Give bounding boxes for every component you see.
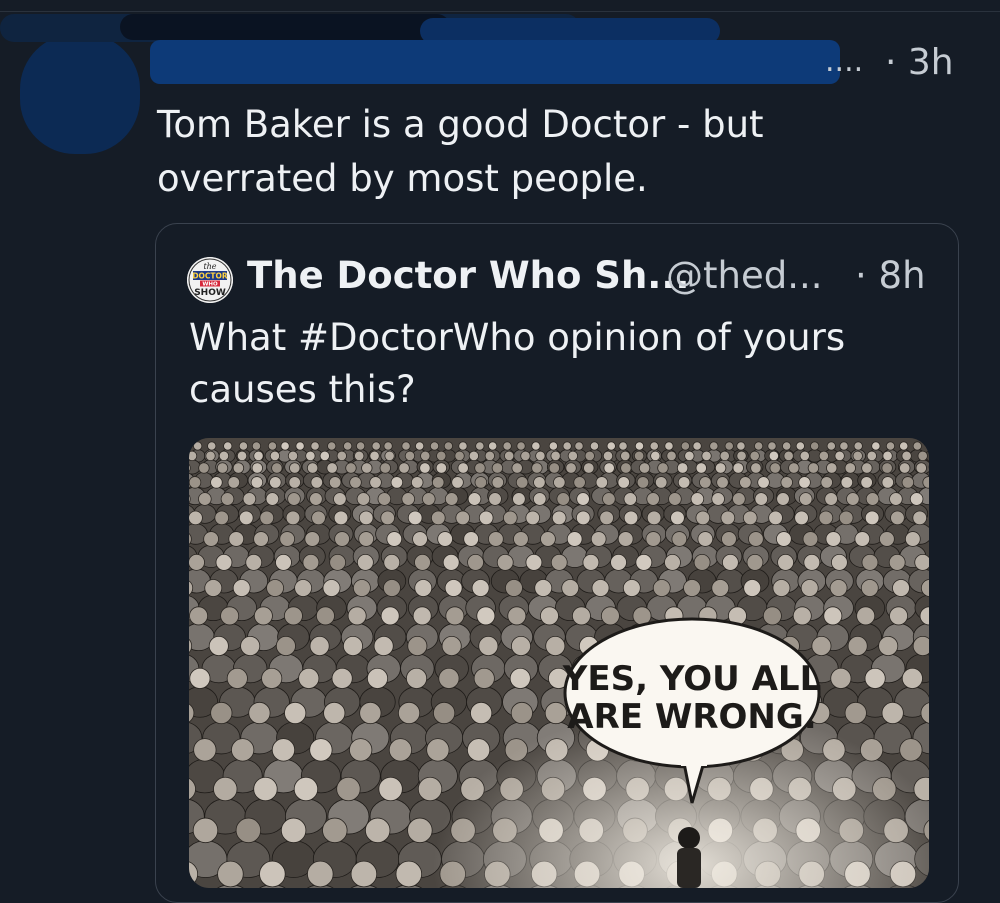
quoted-author-handle[interactable]: @thed...: [666, 254, 823, 297]
speech-bubble-line-2: ARE WRONG.: [567, 697, 816, 737]
quoted-author-name[interactable]: The Doctor Who Sh...: [247, 254, 689, 297]
post-timestamp[interactable]: · 3h: [885, 42, 954, 83]
top-divider: [0, 11, 1000, 12]
speech-bubble-line-1: YES, YOU ALL: [562, 659, 822, 699]
redaction-mark: [150, 40, 840, 84]
svg-text:the: the: [203, 262, 216, 271]
quoted-post-image[interactable]: YES, YOU ALL ARE WRONG.: [189, 438, 929, 888]
crowd-illustration: YES, YOU ALL ARE WRONG.: [189, 438, 929, 888]
lone-figure: [677, 827, 701, 888]
svg-text:DOCTOR: DOCTOR: [192, 272, 228, 281]
author-name-tail[interactable]: ....: [825, 44, 863, 79]
svg-text:WHO: WHO: [202, 282, 218, 288]
quoted-post-timestamp[interactable]: · 8h: [855, 254, 926, 297]
doctor-who-show-logo-icon: the DOCTOR WHO SHOW: [187, 257, 233, 303]
quoted-author-avatar[interactable]: the DOCTOR WHO SHOW: [187, 257, 233, 303]
redaction-mark: [120, 14, 450, 40]
quoted-post-text: What #DoctorWho opinion of yours causes …: [189, 312, 929, 416]
post-text: Tom Baker is a good Doctor - but overrat…: [157, 98, 937, 206]
redaction-mark: [20, 34, 140, 154]
svg-text:SHOW: SHOW: [194, 288, 226, 298]
